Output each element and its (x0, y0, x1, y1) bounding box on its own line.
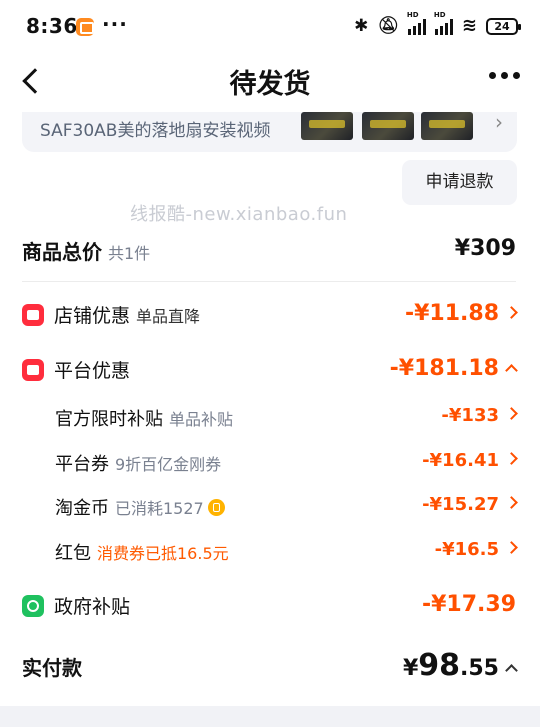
goods-total-row: 商品总价 共1件 ¥309 (22, 236, 516, 264)
platform-discount-label: 平台优惠 (22, 356, 130, 383)
divider (22, 281, 516, 282)
goods-total-text: 商品总价 (22, 240, 102, 264)
store-discount-value: -¥11.88 (404, 301, 499, 326)
platform-discount-value: -¥181.18 (389, 356, 499, 381)
discount-detail-amount: -¥133 (441, 405, 518, 426)
discount-detail-sub: 消费券已抵16.5元 (97, 544, 229, 563)
discount-detail-text: 淘金币 (55, 498, 109, 519)
discount-detail-amount: -¥16.5 (434, 539, 518, 560)
store-discount-row[interactable]: 店铺优惠 单品直降 -¥11.88 (22, 301, 518, 329)
gold-coin-icon (207, 499, 225, 516)
platform-discount-row[interactable]: 平台优惠 -¥181.18 (22, 356, 518, 384)
signal-2-hd-label: HD (433, 11, 446, 19)
discount-detail-sub: 9折百亿金刚券 (115, 455, 222, 474)
installation-video-card[interactable]: SAF30AB美的落地扇安装视频 › (22, 112, 517, 152)
discount-detail-row[interactable]: 平台券 9折百亿金刚券 -¥16.41 (55, 450, 518, 476)
store-discount-label: 店铺优惠 单品直降 (22, 301, 200, 328)
bluetooth-icon: ✱ (354, 16, 369, 36)
actual-payment-amount: ¥98.55 (402, 648, 518, 683)
watermark: 线报酷-new.xianbao.fun (130, 204, 348, 225)
signal-1-hd-label: HD (406, 11, 419, 19)
platform-icon (22, 359, 44, 381)
app-notification-icon (76, 18, 94, 36)
video-thumbnail-3[interactable] (421, 112, 473, 140)
store-discount-sub: 单品直降 (136, 307, 201, 326)
platform-discount-amount: -¥181.18 (389, 356, 518, 381)
store-discount-amount: -¥11.88 (404, 301, 518, 326)
signal-1-icon: HD (407, 11, 426, 35)
battery-icon: 24 (486, 17, 521, 35)
currency-symbol: ¥ (402, 656, 419, 681)
discount-detail-value: -¥16.41 (422, 450, 499, 471)
chevron-right-icon (505, 452, 518, 465)
page-title: 待发货 (229, 69, 311, 100)
government-subsidy-label: 政府补贴 (22, 592, 130, 619)
actual-payment-row[interactable]: 实付款 ¥98.55 (22, 648, 518, 683)
discount-detail-text: 官方限时补贴 (55, 409, 163, 430)
discount-detail-sub: 已消耗1527 (115, 499, 204, 518)
discount-detail-amount: -¥16.41 (422, 450, 518, 471)
discount-detail-row[interactable]: 官方限时补贴 单品补贴 -¥133 (55, 405, 518, 431)
status-time: 8:36 (26, 14, 78, 38)
discount-detail-amount: -¥15.27 (422, 494, 518, 515)
actual-payment-label: 实付款 (22, 656, 82, 680)
discount-detail-label: 平台券 9折百亿金刚券 (55, 450, 221, 476)
apply-refund-button[interactable]: 申请退款 (402, 160, 517, 205)
discount-detail-value: -¥15.27 (422, 494, 499, 515)
mute-icon: 🔕︎ (377, 16, 399, 36)
discount-detail-row[interactable]: 淘金币 已消耗1527 -¥15.27 (55, 494, 518, 520)
wifi-icon: ≋ (461, 15, 477, 36)
signal-2-icon: HD (434, 11, 453, 35)
chevron-up-icon (505, 664, 518, 677)
chevron-right-icon (505, 407, 518, 420)
discount-detail-label: 淘金币 已消耗1527 (55, 494, 225, 520)
item-count: 共1件 (108, 244, 151, 263)
status-icons: ✱ 🔕︎ HD HD ≋ 24 (354, 11, 521, 36)
discount-detail-text: 红包 (55, 543, 91, 564)
discount-detail-text: 平台券 (55, 454, 109, 475)
refresh-icon (22, 595, 44, 617)
government-subsidy-amount: -¥17.39 (421, 592, 516, 617)
more-options-icon[interactable] (489, 72, 520, 79)
discount-detail-value: -¥133 (441, 405, 499, 426)
chevron-up-icon (505, 364, 518, 377)
discount-detail-value: -¥16.5 (434, 539, 499, 560)
payment-integer: 98 (418, 648, 461, 683)
government-subsidy-row: 政府补贴 -¥17.39 (22, 592, 516, 620)
discount-detail-sub: 单品补贴 (169, 410, 234, 429)
chevron-right-icon: › (495, 112, 503, 134)
goods-total-label: 商品总价 共1件 (22, 236, 150, 265)
more-notifications-icon: ··· (102, 12, 128, 36)
platform-discount-text: 平台优惠 (54, 360, 131, 382)
discount-detail-label: 红包 消费券已抵16.5元 (55, 539, 229, 565)
video-thumbnail-2[interactable] (362, 112, 414, 140)
bottom-bar (0, 706, 540, 727)
video-title: SAF30AB美的落地扇安装视频 (40, 121, 271, 141)
discount-detail-row[interactable]: 红包 消费券已抵16.5元 -¥16.5 (55, 539, 518, 565)
store-discount-text: 店铺优惠 (54, 305, 131, 327)
chevron-right-icon (505, 496, 518, 509)
status-bar: 8:36 ··· ✱ 🔕︎ HD HD ≋ 24 (0, 0, 540, 56)
discount-detail-label: 官方限时补贴 单品补贴 (55, 405, 233, 431)
goods-total-amount: ¥309 (454, 236, 516, 261)
chevron-right-icon (505, 541, 518, 554)
chevron-right-icon (505, 306, 518, 319)
payment-decimal: .55 (460, 656, 499, 681)
government-subsidy-text: 政府补贴 (54, 596, 131, 618)
store-icon (22, 304, 44, 326)
video-thumbnail-1[interactable] (301, 112, 353, 140)
